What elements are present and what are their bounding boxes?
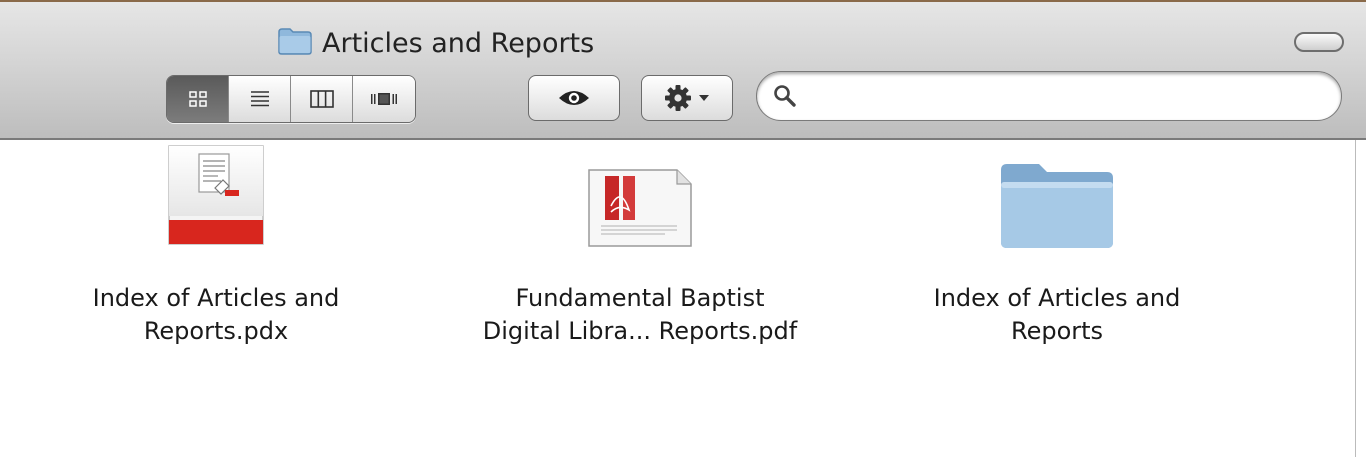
action-menu-button[interactable] — [641, 75, 733, 121]
file-name-line1: Fundamental Baptist — [515, 284, 765, 312]
coverflow-view-button[interactable] — [353, 76, 415, 122]
gear-icon — [665, 85, 691, 111]
list-view-icon — [250, 91, 269, 107]
eye-icon — [559, 91, 589, 105]
file-name-line2: Reports.pdx — [143, 317, 289, 345]
pdx-file-icon — [163, 144, 269, 254]
folder-icon — [999, 160, 1115, 254]
icon-view-button[interactable] — [167, 76, 229, 122]
pdf-file-icon — [585, 166, 695, 254]
file-name-line1: Index of Articles and — [933, 284, 1181, 312]
folder-icon — [278, 27, 312, 59]
chevron-down-icon — [699, 95, 709, 101]
window-title-text: Articles and Reports — [322, 27, 595, 59]
file-item-pdx[interactable]: Index of Articles and Reports.pdx — [36, 145, 396, 348]
file-browser-area: Index of Articles and Reports.pdx Fundam… — [0, 140, 1355, 457]
file-name-line2: Reports — [1010, 317, 1104, 345]
coverflow-view-icon — [371, 93, 397, 105]
view-mode-selector — [166, 75, 416, 123]
window-title: Articles and Reports — [278, 24, 594, 62]
column-view-button[interactable] — [291, 76, 353, 122]
icon-view-icon — [188, 91, 207, 107]
vertical-scrollbar[interactable] — [1355, 140, 1366, 457]
toolbar-toggle-button[interactable] — [1294, 32, 1344, 52]
finder-toolbar: Articles and Reports — [0, 0, 1366, 140]
file-name-line1: Index of Articles and — [92, 284, 340, 312]
search-icon — [773, 84, 797, 112]
file-item-pdf[interactable]: Fundamental Baptist Digital Libra... Rep… — [460, 158, 820, 348]
search-input[interactable] — [813, 78, 1317, 116]
file-name-line2: Digital Libra... Reports.pdf — [482, 317, 798, 345]
quick-look-button[interactable] — [528, 75, 620, 121]
list-view-button[interactable] — [229, 76, 291, 122]
folder-item[interactable]: Index of Articles and Reports — [877, 158, 1237, 348]
column-view-icon — [309, 90, 334, 108]
search-field[interactable] — [756, 71, 1342, 121]
